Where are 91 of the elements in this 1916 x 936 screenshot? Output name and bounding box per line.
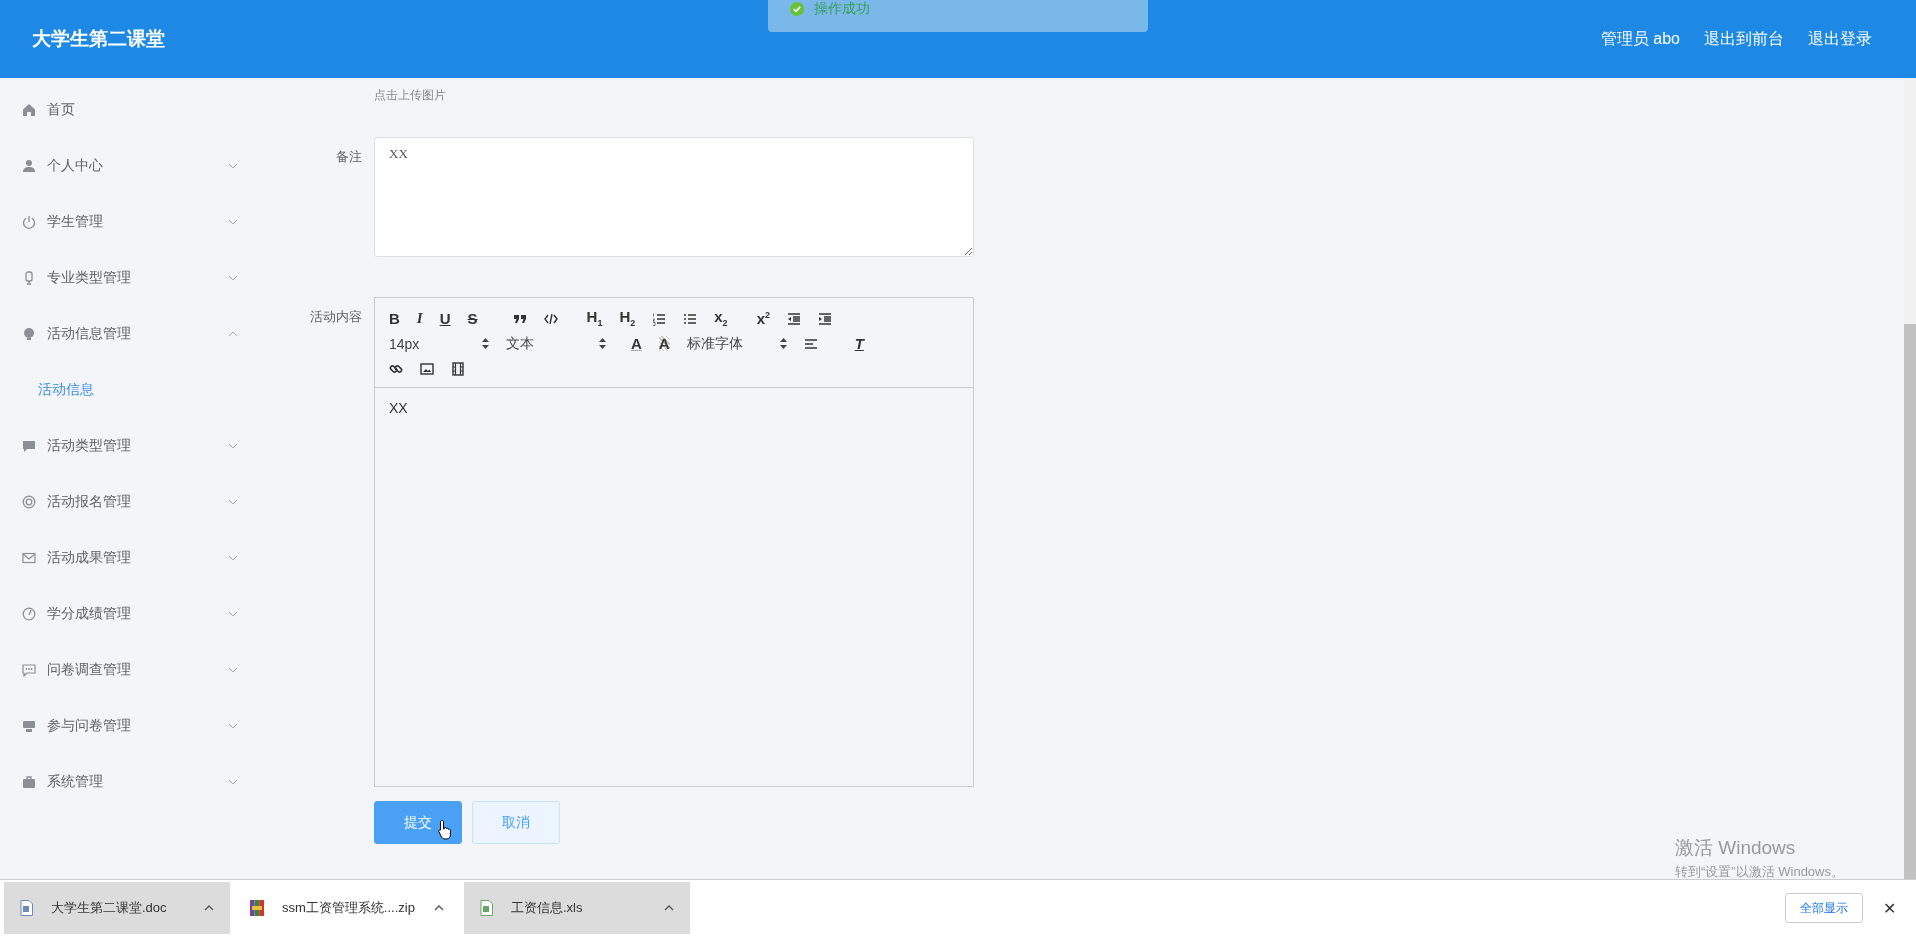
file-name: 工资信息.xls	[511, 899, 584, 917]
indent-icon[interactable]	[818, 311, 832, 326]
menu-label: 专业类型管理	[47, 269, 131, 287]
chevron-up-icon[interactable]	[664, 905, 674, 911]
lifebuoy-icon	[22, 495, 36, 509]
numbered-list-icon[interactable]	[652, 311, 667, 326]
download-item[interactable]: 工资信息.xls	[464, 882, 690, 934]
bulb-icon	[22, 327, 36, 341]
field-label: 备注	[335, 148, 363, 166]
activation-note: 转到“设置”以激活 Windows。	[1675, 863, 1844, 881]
sort-arrows-icon	[599, 338, 606, 349]
rich-text-editor[interactable]: B I U S H$_{1}$ H$_{2}$ x$_{2}$ x$^{2}$ 14px 文本 A A 标准字体 T XX	[374, 297, 974, 787]
toolbar-dropdown[interactable]: 14px	[389, 335, 489, 352]
toolbar-button[interactable]: x$^{2}$	[756, 311, 770, 326]
toolbar-dropdown[interactable]: 文本	[506, 334, 606, 353]
menu-label: 参与问卷管理	[47, 717, 131, 735]
menu-label: 活动类型管理	[47, 437, 131, 455]
toolbar-button[interactable]: A	[631, 336, 642, 351]
bullet-list-icon[interactable]	[683, 311, 698, 326]
person-icon	[22, 159, 36, 173]
document-icon	[20, 900, 33, 916]
power-icon	[22, 215, 36, 229]
remark-field[interactable]: XX	[374, 137, 974, 257]
toolbar-button[interactable]: H$_{1}$	[586, 309, 603, 328]
outdent-icon[interactable]	[787, 311, 801, 326]
editor-text: XX	[388, 399, 409, 418]
sort-arrows-icon	[482, 338, 489, 349]
header-link[interactable]: 退出登录	[1808, 28, 1872, 50]
toast-message: 操作成功	[814, 0, 870, 18]
toolbar-dropdown[interactable]: 标准字体	[686, 334, 787, 353]
menu-label: 系统管理	[47, 773, 103, 791]
comment-icon	[22, 663, 36, 677]
menu-label: 活动报名管理	[47, 493, 131, 511]
home-icon	[22, 103, 36, 117]
document-icon	[480, 900, 493, 916]
film-icon[interactable]	[451, 361, 465, 376]
site-title: 大学生第二课堂	[32, 27, 165, 51]
menu-label: 活动信息管理	[47, 325, 131, 343]
sort-arrows-icon	[779, 338, 787, 349]
menu-label: 问卷调查管理	[47, 661, 131, 679]
code-icon[interactable]	[543, 311, 558, 326]
sidebar-item[interactable]: 活动类型管理	[0, 418, 280, 474]
toolbar-button[interactable]: x$_{2}$	[714, 309, 728, 328]
chat-icon	[22, 439, 36, 453]
toolbar-button[interactable]: U	[439, 311, 451, 326]
scrollbar-thumb[interactable]	[1904, 324, 1916, 879]
header-link[interactable]: 管理员 abo	[1600, 28, 1680, 50]
upload-hint: 点击上传图片	[374, 87, 447, 101]
align-left-icon[interactable]	[803, 336, 818, 351]
archive-icon	[250, 900, 264, 916]
sidebar-item[interactable]: 个人中心	[0, 138, 280, 194]
chevron-up-icon[interactable]	[434, 905, 444, 911]
sidebar-item[interactable]: 参与问卷管理	[0, 698, 280, 754]
activation-title: 激活 Windows	[1675, 836, 1797, 860]
hand-cursor-icon	[438, 819, 454, 841]
menu-label: 首页	[47, 101, 75, 119]
check-circle-icon	[790, 2, 804, 16]
toolbar-button[interactable]: H$_{2}$	[619, 309, 636, 328]
menu-label: 学分成绩管理	[47, 605, 131, 623]
sidebar-item[interactable]: 首页	[0, 82, 280, 138]
sidebar-item[interactable]: 学生管理	[0, 194, 280, 250]
download-item[interactable]: 大学生第二课堂.doc	[4, 882, 230, 934]
image-icon[interactable]	[420, 361, 434, 376]
show-all-button[interactable]: 全部显示	[1785, 893, 1863, 923]
menu-label: 个人中心	[47, 157, 103, 175]
toolbar-button[interactable]: T	[854, 336, 864, 351]
microphone-icon	[22, 271, 36, 285]
sidebar-item[interactable]: 专业类型管理	[0, 250, 280, 306]
menu-label: 活动成果管理	[47, 549, 131, 567]
field-label: 活动内容	[309, 308, 363, 326]
header-link[interactable]: 退出到前台	[1704, 28, 1784, 50]
sidebar-item[interactable]: 活动报名管理	[0, 474, 280, 530]
sidebar-item[interactable]: 系统管理	[0, 754, 280, 810]
file-name: 大学生第二课堂.doc	[51, 899, 168, 917]
close-button[interactable]: ✕	[1877, 897, 1902, 919]
toolbar-button[interactable]: S	[467, 311, 478, 326]
gauge-icon	[22, 607, 36, 621]
envelope-icon	[22, 551, 36, 565]
sidebar-item[interactable]: 活动信息管理	[0, 306, 280, 362]
scrollbar[interactable]	[1904, 78, 1916, 879]
briefcase-icon	[22, 775, 36, 789]
sidebar-item[interactable]: 活动成果管理	[0, 530, 280, 586]
toolbar-button[interactable]: I	[416, 311, 423, 326]
toolbar-button[interactable]: A	[658, 336, 670, 351]
menu-label: 学生管理	[47, 213, 103, 231]
sidebar-item[interactable]: 学分成绩管理	[0, 586, 280, 642]
toolbar-button[interactable]: B	[389, 311, 400, 326]
file-name: ssm工资管理系统....zip	[282, 899, 416, 917]
sidebar-item[interactable]: 问卷调查管理	[0, 642, 280, 698]
chevron-up-icon[interactable]	[204, 905, 214, 911]
monitor-icon	[22, 719, 36, 733]
